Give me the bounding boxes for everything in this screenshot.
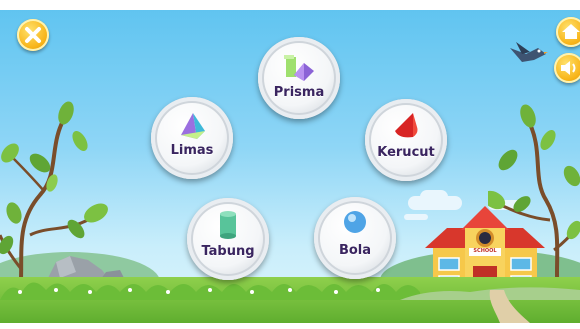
shape-label: Tabung [201, 244, 255, 259]
shape-button-bola[interactable]: Bola [314, 197, 396, 279]
game-screen: SCHOOL Prisma Limas Kerucut Tabung Bola [0, 0, 580, 329]
shape-button-prisma[interactable]: Prisma [258, 37, 340, 119]
top-border [0, 0, 580, 10]
bottom-border [0, 323, 580, 329]
shape-label: Prisma [273, 85, 325, 100]
school-sign: SCHOOL [473, 248, 497, 254]
home-button[interactable] [556, 17, 580, 47]
sound-button[interactable] [554, 53, 580, 83]
prism-icon [284, 55, 314, 81]
sound-icon [561, 61, 576, 75]
sphere-icon [344, 211, 366, 233]
cloud [420, 190, 448, 204]
close-icon [25, 27, 41, 43]
path [489, 290, 530, 323]
cone-icon [395, 113, 418, 138]
shape-button-tabung[interactable]: Tabung [187, 198, 269, 280]
shape-label: Limas [170, 143, 214, 158]
close-button[interactable] [17, 19, 49, 51]
home-icon [562, 24, 580, 39]
shape-label: Bola [338, 243, 372, 258]
cylinder-icon [220, 211, 236, 239]
shape-button-limas[interactable]: Limas [151, 97, 233, 179]
shape-button-kerucut[interactable]: Kerucut [365, 99, 447, 181]
pyramid-icon [181, 113, 205, 139]
shape-label: Kerucut [377, 145, 435, 160]
bird [510, 42, 548, 62]
